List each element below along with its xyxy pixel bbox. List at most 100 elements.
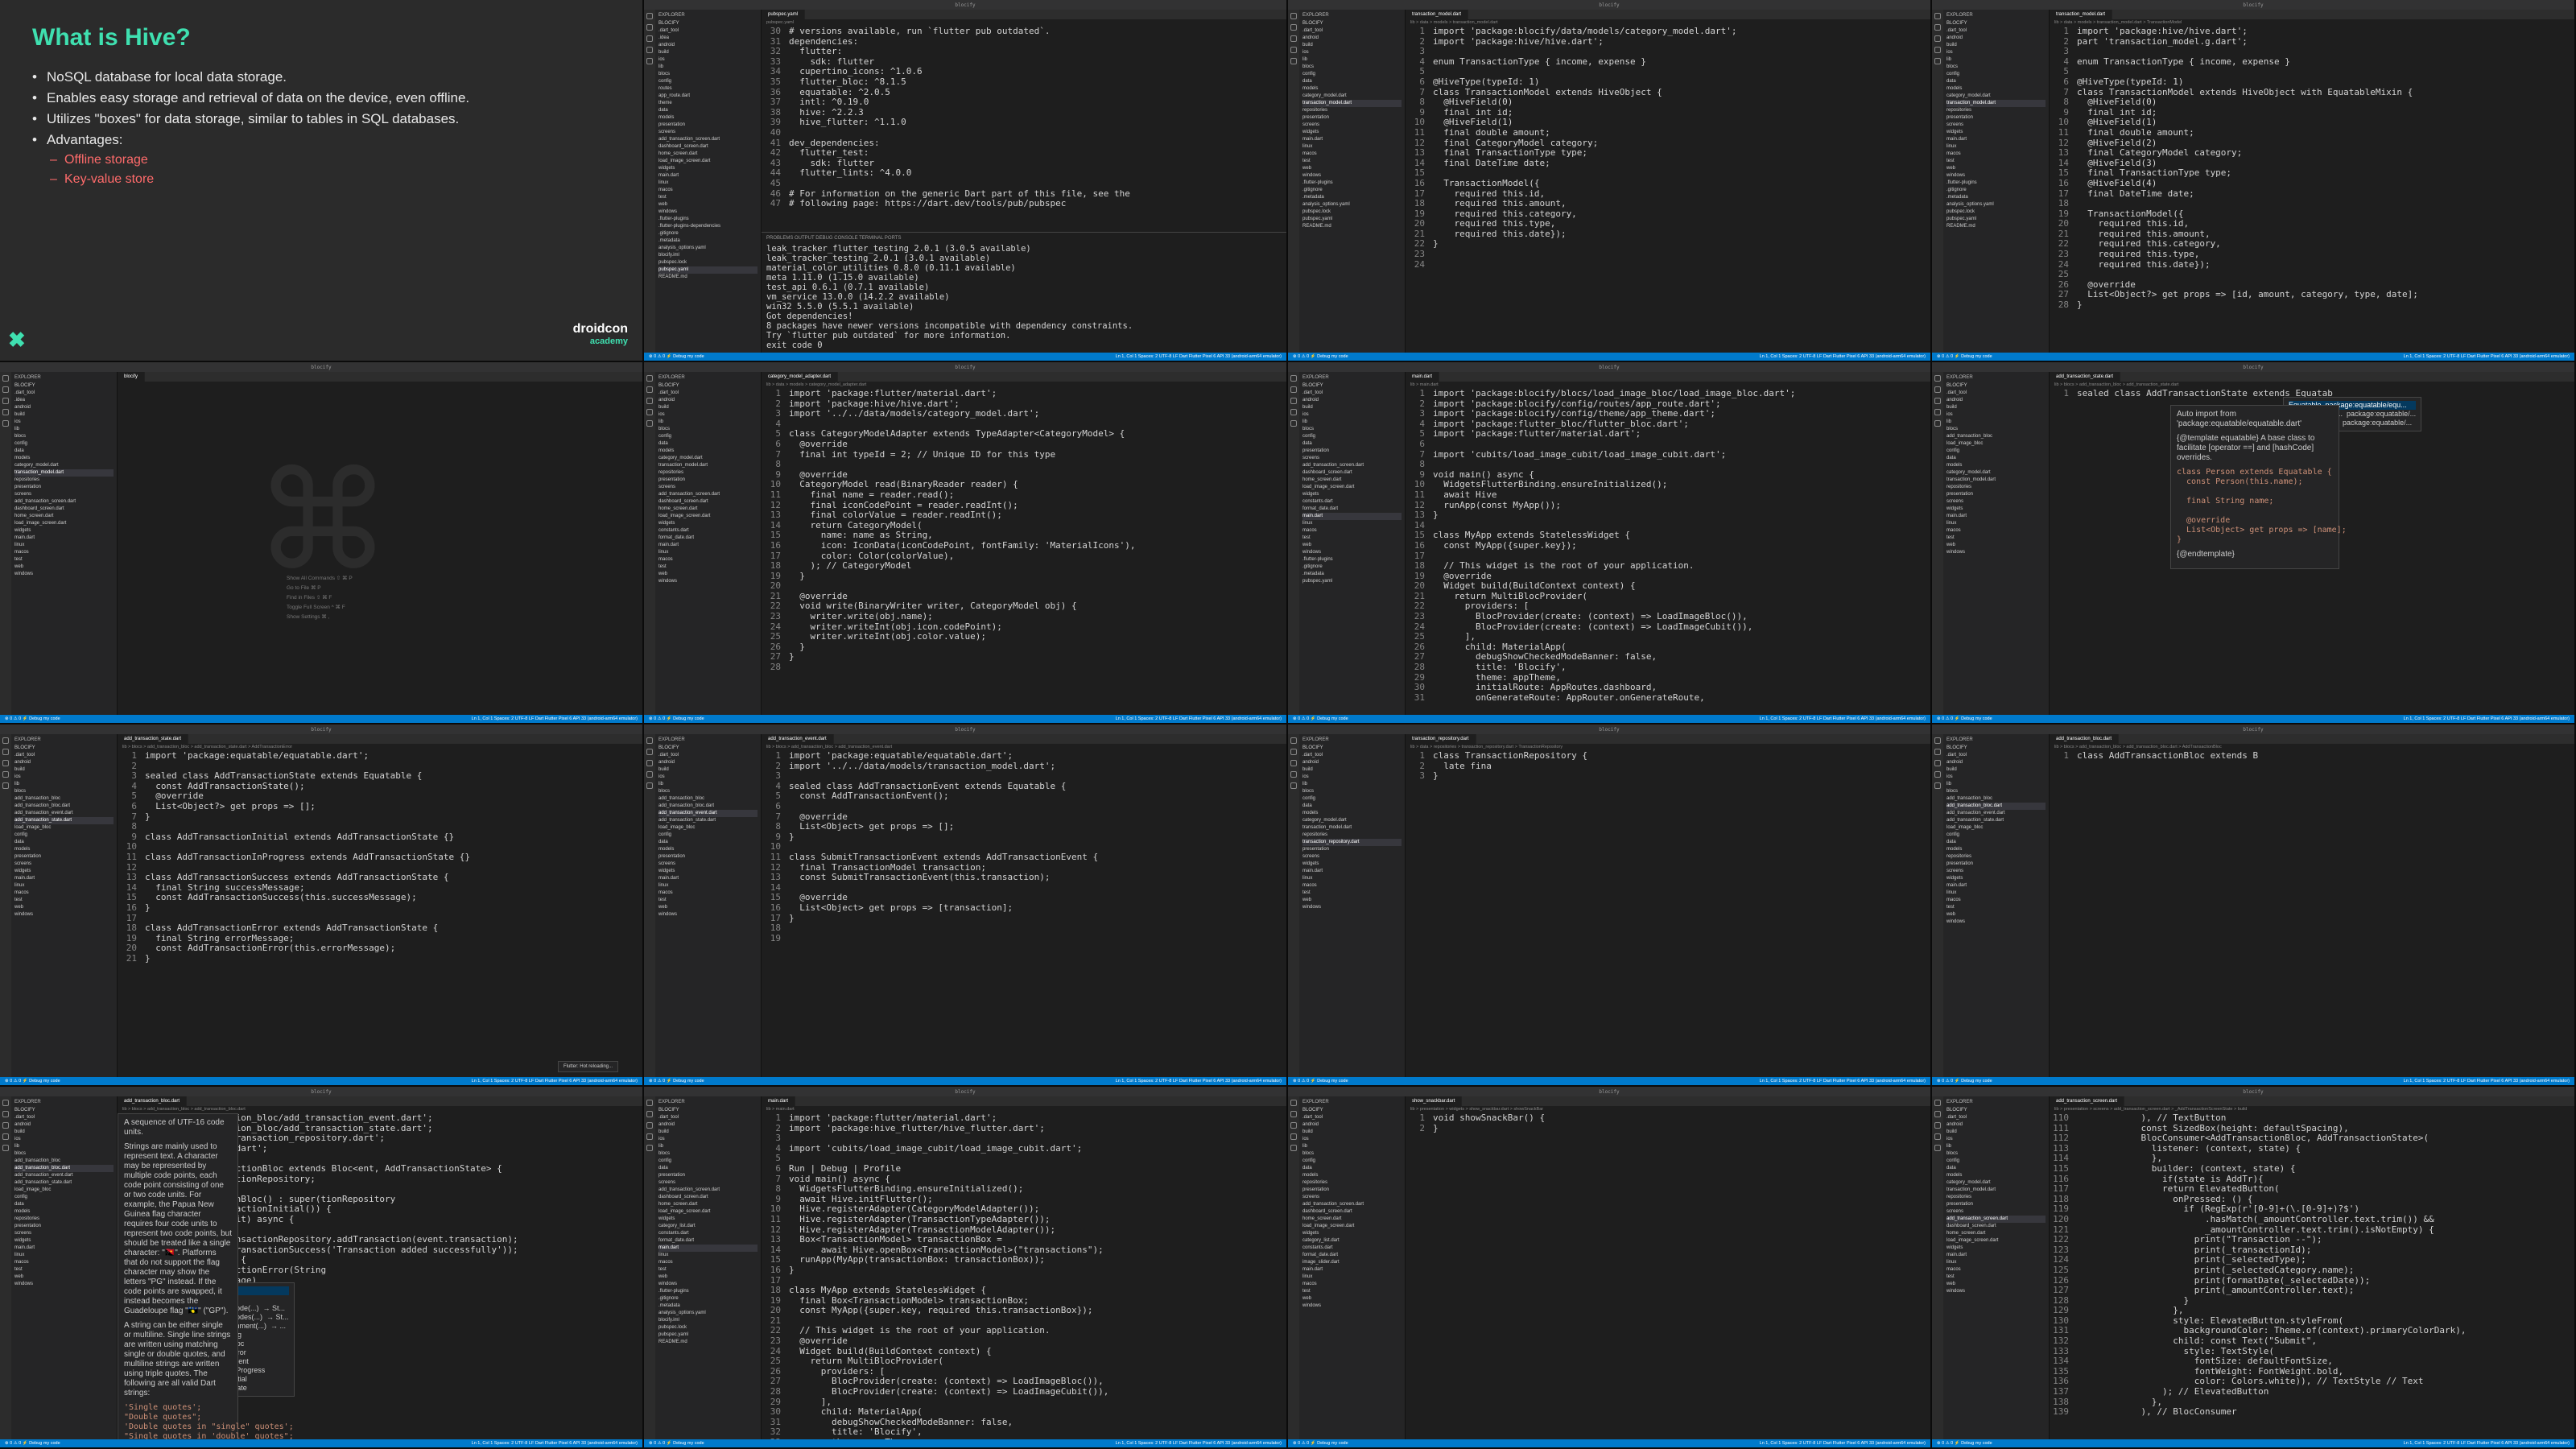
explorer-item[interactable]: blocs — [1946, 1150, 2046, 1158]
explorer-item[interactable]: presentation — [1302, 846, 1402, 853]
run-debug-icon[interactable] — [2, 1133, 9, 1140]
explorer-item[interactable]: .dart_tool — [14, 1114, 114, 1121]
explorer-item[interactable]: macos — [658, 1259, 758, 1266]
explorer-item[interactable]: macos — [14, 890, 114, 897]
explorer-item[interactable]: web — [1302, 1295, 1402, 1302]
explorer-item[interactable]: ios — [1302, 411, 1402, 419]
explorer-item[interactable]: main.dart — [1302, 1266, 1402, 1274]
explorer-item[interactable]: analysis_options.yaml — [658, 1310, 758, 1317]
status-left[interactable]: ⊗ 0 ⚠ 0 ⚡ Debug my code — [5, 1077, 60, 1085]
search-icon[interactable] — [1290, 749, 1297, 755]
close-icon[interactable]: ✖ — [8, 328, 26, 353]
explorer-item[interactable]: linux — [1302, 1274, 1402, 1281]
breadcrumb[interactable]: lib > blocs > add_transaction_bloc > add… — [118, 1106, 642, 1113]
explorer-item[interactable]: widgets — [658, 1216, 758, 1223]
explorer-item[interactable]: .metadata — [1302, 571, 1402, 578]
breadcrumb[interactable]: lib > data > models > category_model_ada… — [762, 382, 1286, 389]
explorer-item[interactable]: config — [1946, 448, 2046, 455]
tab-active-file[interactable]: add_transaction_state.dart — [2050, 372, 2121, 382]
explorer-item[interactable]: main.dart — [14, 875, 114, 882]
explorer-item[interactable]: load_image_screen.dart — [1302, 1223, 1402, 1230]
explorer-item[interactable]: dashboard_screen.dart — [14, 506, 114, 513]
explorer-item[interactable]: dashboard_screen.dart — [1302, 1208, 1402, 1216]
explorer-item[interactable]: main.dart — [14, 535, 114, 542]
source-control-icon[interactable] — [646, 35, 653, 42]
explorer-item[interactable]: config — [14, 440, 114, 448]
explorer-item[interactable]: repositories — [14, 477, 114, 484]
source-control-icon[interactable] — [1934, 1122, 1941, 1129]
files-icon[interactable] — [1290, 737, 1297, 744]
explorer-item[interactable]: .flutter-plugins — [1302, 180, 1402, 187]
explorer-item[interactable]: pubspec.yaml — [1946, 216, 2046, 223]
explorer-item[interactable]: analysis_options.yaml — [1946, 201, 2046, 208]
status-right[interactable]: Ln 1, Col 1 Spaces: 2 UTF-8 LF Dart Flut… — [1760, 1077, 1926, 1085]
explorer-item[interactable]: windows — [658, 1281, 758, 1288]
explorer-item[interactable]: image_slider.dart — [1302, 1259, 1402, 1266]
explorer-item[interactable]: load_image_bloc — [1946, 824, 2046, 832]
run-debug-icon[interactable] — [1290, 1133, 1297, 1140]
status-left[interactable]: ⊗ 0 ⚠ 0 ⚡ Debug my code — [1293, 353, 1348, 361]
explorer-item[interactable]: linux — [1946, 143, 2046, 151]
explorer-item[interactable]: app_route.dart — [658, 93, 758, 100]
explorer-item[interactable]: add_transaction_screen.dart — [1302, 462, 1402, 469]
explorer-item[interactable]: category_model.dart — [1946, 93, 2046, 100]
files-icon[interactable] — [646, 737, 653, 744]
explorer-item[interactable]: web — [14, 904, 114, 911]
extensions-icon[interactable] — [646, 58, 653, 64]
explorer-item[interactable]: add_transaction_state.dart — [14, 1179, 114, 1187]
explorer-item[interactable]: widgets — [1946, 129, 2046, 136]
explorer-item[interactable]: build — [1946, 766, 2046, 774]
status-right[interactable]: Ln 1, Col 1 Spaces: 2 UTF-8 LF Dart Flut… — [1116, 1077, 1282, 1085]
files-icon[interactable] — [1934, 1100, 1941, 1106]
explorer-item[interactable]: test — [1302, 535, 1402, 542]
files-icon[interactable] — [646, 13, 653, 19]
explorer-item[interactable]: blocs — [14, 788, 114, 795]
tab-active-file[interactable]: transaction_repository.dart — [1406, 734, 1476, 744]
explorer-item[interactable]: web — [658, 201, 758, 208]
explorer-item[interactable]: models — [658, 846, 758, 853]
explorer-item[interactable]: repositories — [1946, 853, 2046, 861]
explorer-item[interactable]: widgets — [1302, 129, 1402, 136]
tab-active-file[interactable]: add_transaction_state.dart — [118, 734, 189, 744]
status-right[interactable]: Ln 1, Col 1 Spaces: 2 UTF-8 LF Dart Flut… — [2404, 1439, 2570, 1447]
explorer-item[interactable]: .gitignore — [1302, 564, 1402, 571]
explorer-item[interactable]: blocs — [658, 1150, 758, 1158]
explorer-item[interactable]: presentation — [658, 1172, 758, 1179]
explorer-item[interactable]: add_transaction_event.dart — [658, 810, 758, 817]
explorer-item[interactable]: build — [658, 766, 758, 774]
explorer-item[interactable]: main.dart — [1946, 882, 2046, 890]
explorer-item[interactable]: presentation — [14, 484, 114, 491]
explorer-item[interactable]: add_transaction_screen.dart — [1946, 1216, 2046, 1223]
explorer-item[interactable]: add_transaction_state.dart — [658, 817, 758, 824]
explorer-item[interactable]: .metadata — [1946, 194, 2046, 201]
files-icon[interactable] — [2, 737, 9, 744]
explorer-item[interactable]: web — [658, 1274, 758, 1281]
explorer-item[interactable]: test — [658, 897, 758, 904]
explorer-item[interactable]: .gitignore — [1302, 187, 1402, 194]
run-debug-icon[interactable] — [1934, 409, 1941, 415]
explorer-item[interactable]: presentation — [14, 1223, 114, 1230]
explorer-item[interactable]: android — [658, 397, 758, 404]
explorer-item[interactable]: models — [1302, 810, 1402, 817]
explorer-item[interactable]: ios — [658, 774, 758, 781]
explorer-item[interactable]: lib — [1302, 56, 1402, 64]
status-right[interactable]: Ln 1, Col 1 Spaces: 2 UTF-8 LF Dart Flut… — [1760, 1439, 1926, 1447]
explorer-item[interactable]: widgets — [1302, 861, 1402, 868]
explorer-item[interactable]: widgets — [14, 527, 114, 535]
tab-active-file[interactable]: add_transaction_screen.dart — [2050, 1096, 2125, 1106]
explorer-item[interactable]: build — [1302, 404, 1402, 411]
explorer-item[interactable]: screens — [1946, 122, 2046, 129]
explorer-item[interactable]: test — [658, 194, 758, 201]
explorer-item[interactable]: routes — [658, 85, 758, 93]
explorer-item[interactable]: screens — [658, 1179, 758, 1187]
search-icon[interactable] — [646, 386, 653, 393]
explorer-item[interactable]: macos — [658, 556, 758, 564]
welcome-command[interactable]: Show All Commands ⇧ ⌘ P — [287, 574, 353, 584]
explorer-item[interactable]: repositories — [1302, 1179, 1402, 1187]
explorer-item[interactable]: android — [14, 1121, 114, 1129]
explorer-item[interactable]: ios — [1302, 49, 1402, 56]
explorer-item[interactable]: load_image_bloc — [14, 824, 114, 832]
explorer-item[interactable]: category_model.dart — [1302, 93, 1402, 100]
explorer-item[interactable]: windows — [14, 571, 114, 578]
files-icon[interactable] — [1290, 375, 1297, 382]
